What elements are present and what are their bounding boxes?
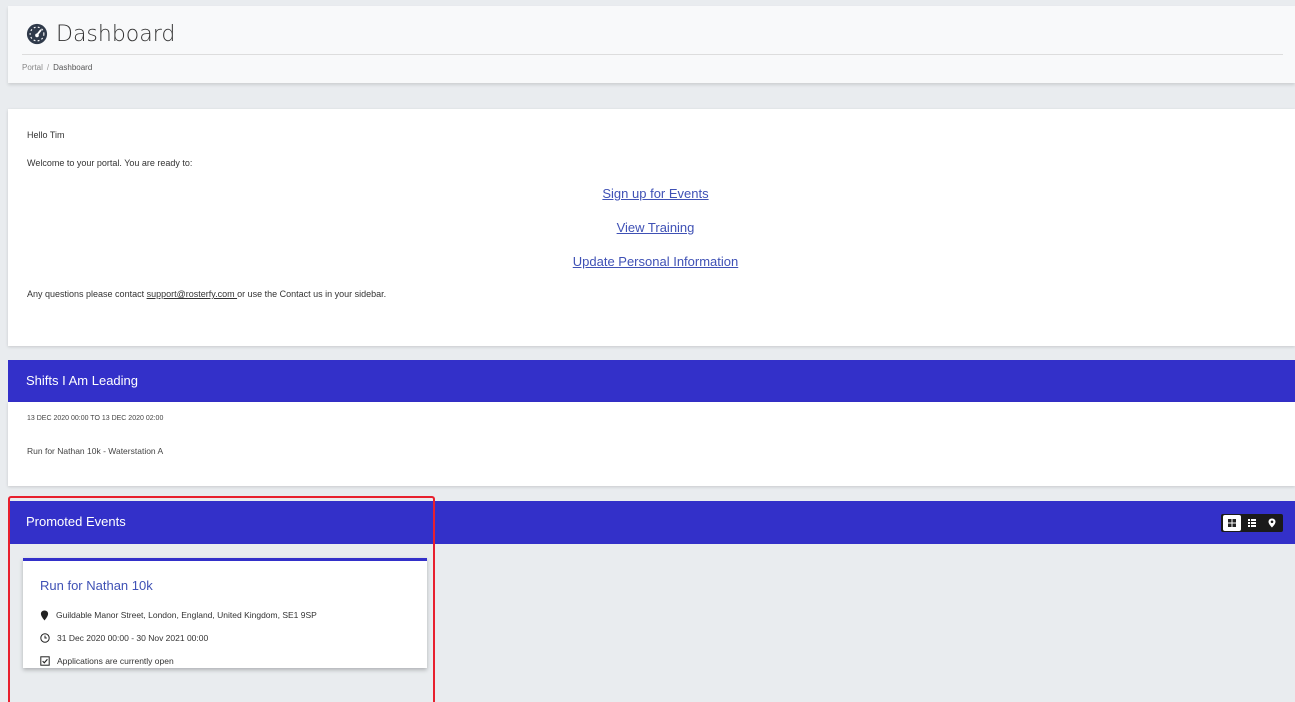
grid-view-icon xyxy=(1228,519,1236,527)
map-pin-icon xyxy=(1268,518,1276,528)
shift-name-link[interactable]: Run for Nathan 10k - Waterstation A xyxy=(27,446,167,457)
page-header: Dashboard Portal / Dashboard xyxy=(8,6,1295,83)
view-toggle-group xyxy=(1221,514,1283,532)
list-view-icon xyxy=(1248,519,1256,527)
breadcrumb-separator: / xyxy=(46,63,50,72)
event-status: Applications are currently open xyxy=(57,656,174,666)
event-status-row: Applications are currently open xyxy=(40,655,174,667)
shift-datetime: 13 DEC 2020 00:00 TO 13 DEC 2020 02:00 xyxy=(27,415,164,422)
map-view-button[interactable] xyxy=(1263,515,1281,531)
grid-view-button[interactable] xyxy=(1223,515,1241,531)
questions-prefix: Any questions please contact xyxy=(27,289,147,299)
map-marker-icon xyxy=(40,610,49,620)
event-title-link[interactable]: Run for Nathan 10k xyxy=(40,578,153,593)
promoted-events-title: Promoted Events xyxy=(26,514,126,529)
shifts-section-header: Shifts I Am Leading xyxy=(8,360,1295,402)
update-personal-info-link[interactable]: Update Personal Information xyxy=(8,254,1295,269)
tachometer-icon xyxy=(26,23,48,45)
questions-suffix: or use the Contact us in your sidebar. xyxy=(237,289,387,299)
breadcrumb-current: Dashboard xyxy=(53,63,93,72)
event-card[interactable]: Run for Nathan 10k Guildable Manor Stree… xyxy=(23,558,427,668)
page-title: Dashboard xyxy=(56,21,176,47)
greeting-text: Hello Tim xyxy=(27,130,65,140)
shifts-list: 13 DEC 2020 00:00 TO 13 DEC 2020 02:00 R… xyxy=(8,402,1295,486)
welcome-card: Hello Tim Welcome to your portal. You ar… xyxy=(8,109,1295,346)
intro-text: Welcome to your portal. You are ready to… xyxy=(27,158,193,168)
questions-text: Any questions please contact support@ros… xyxy=(27,289,386,299)
header-divider xyxy=(22,54,1283,55)
breadcrumb: Portal / Dashboard xyxy=(22,63,92,72)
checkbox-checked-icon xyxy=(40,656,50,666)
event-dates-row: 31 Dec 2020 00:00 - 30 Nov 2021 00:00 xyxy=(40,632,208,644)
event-dates: 31 Dec 2020 00:00 - 30 Nov 2021 00:00 xyxy=(57,633,209,643)
view-training-link[interactable]: View Training xyxy=(8,220,1295,235)
page-title-row: Dashboard xyxy=(26,16,175,52)
shifts-section-title: Shifts I Am Leading xyxy=(26,373,139,388)
breadcrumb-portal-link[interactable]: Portal xyxy=(22,63,43,72)
event-location: Guildable Manor Street, London, England,… xyxy=(56,610,317,620)
support-email-link[interactable]: support@rosterfy.com xyxy=(147,289,238,299)
list-view-button[interactable] xyxy=(1243,515,1261,531)
sign-up-events-link[interactable]: Sign up for Events xyxy=(8,186,1295,201)
clock-icon xyxy=(40,633,50,643)
promoted-events-header: Promoted Events xyxy=(8,501,1295,544)
event-location-row: Guildable Manor Street, London, England,… xyxy=(40,609,317,621)
